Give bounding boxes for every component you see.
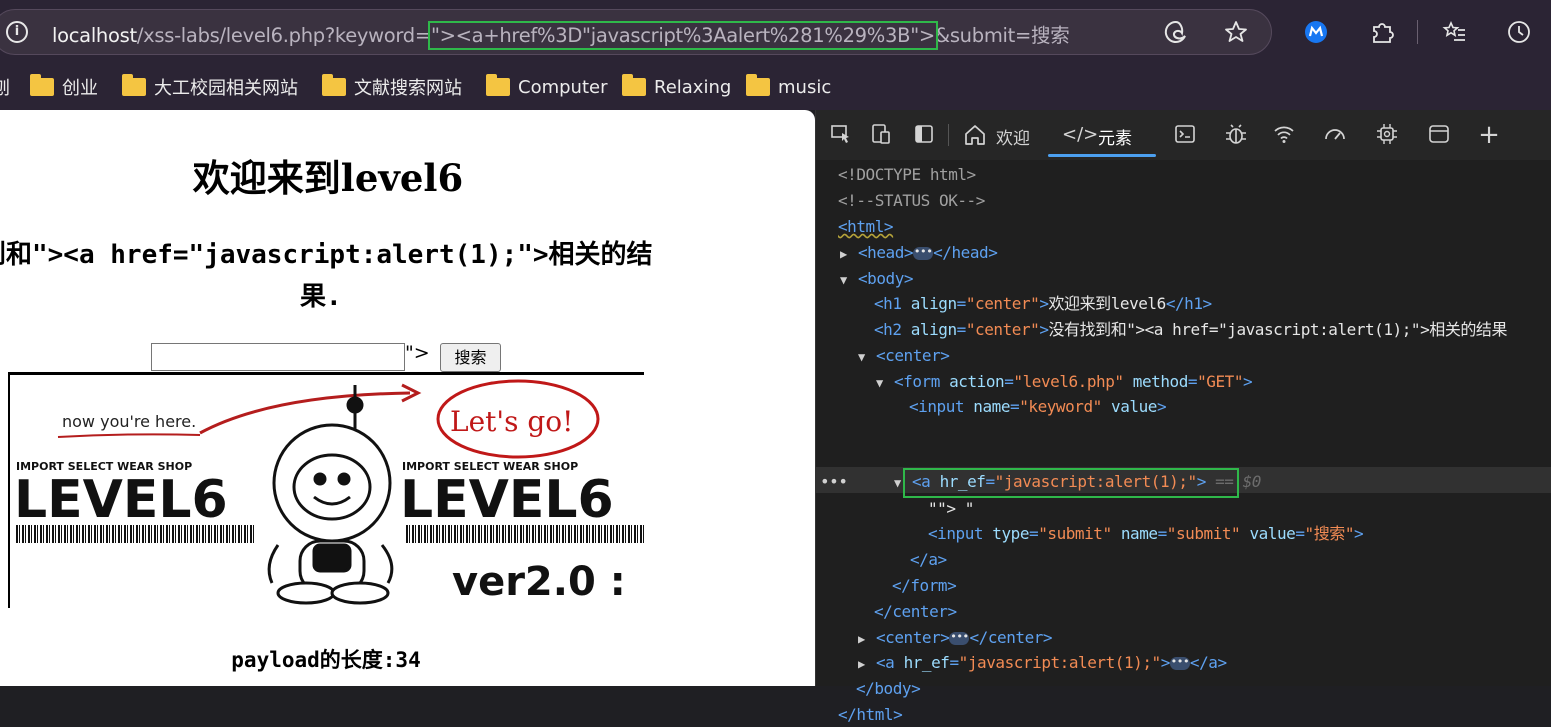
banner-level-left: LEVEL6: [14, 470, 228, 530]
memory-chip-icon[interactable]: [1374, 122, 1400, 148]
dom-line[interactable]: ""> ": [928, 496, 974, 521]
node-menu-icon[interactable]: •••: [820, 469, 848, 494]
ellipsis-icon: •••: [949, 630, 970, 645]
tab-welcome[interactable]: 欢迎: [996, 124, 1030, 149]
dom-line[interactable]: <input type="submit" name="submit" value…: [928, 521, 1364, 546]
search-submit-button[interactable]: 搜索: [440, 343, 501, 372]
ellipsis-icon: •••: [1169, 655, 1190, 670]
dom-line[interactable]: ▼ <form action="level6.php" method="GET">: [876, 369, 1253, 394]
folder-icon: [122, 74, 146, 96]
bookmark-folder[interactable]: 创业: [30, 74, 98, 100]
bug-icon[interactable]: [1223, 122, 1249, 148]
bookmark-item[interactable]: 刨: [0, 74, 10, 100]
toolbar-divider: [948, 124, 949, 146]
bookmark-folder[interactable]: 大工校园相关网站: [122, 74, 298, 100]
folder-icon: [322, 74, 346, 96]
extensions-puzzle-icon[interactable]: [1368, 18, 1396, 46]
expand-arrow-icon: ▶: [858, 657, 865, 671]
dom-tree: <!DOCTYPE html> <!--STATUS OK--> <html> …: [816, 160, 1551, 698]
banner-level-right: LEVEL6: [400, 470, 614, 530]
dom-line[interactable]: ▼ <center>: [858, 343, 950, 368]
payload-length: payload的长度:34: [231, 648, 421, 672]
dom-line[interactable]: ▶ <head>•••</head>: [840, 240, 998, 265]
toolbar-divider: [1417, 20, 1418, 44]
expand-arrow-icon: ▶: [840, 247, 847, 261]
dom-line[interactable]: </center>: [874, 599, 957, 624]
performance-gauge-icon[interactable]: [1322, 122, 1348, 148]
collapse-arrow-icon: ▼: [876, 376, 883, 390]
url-payload-highlight: "><a+href%3D"javascript%3Aalert%281%29%3…: [427, 21, 938, 50]
network-wifi-icon[interactable]: [1271, 122, 1297, 148]
dom-line[interactable]: <h1 align="center">欢迎来到level6</h1>: [874, 291, 1212, 316]
folder-icon: [30, 74, 54, 96]
ellipsis-icon: •••: [913, 245, 934, 260]
url-tail: &submit=搜索: [934, 24, 1070, 47]
collapse-arrow-icon: ▼: [840, 273, 847, 287]
favorites-list-icon[interactable]: [1440, 18, 1468, 46]
result-heading-line2: 果.: [300, 282, 342, 312]
url-path: /xss-labs/level6.php?keyword=: [136, 24, 431, 47]
add-tool-plus-icon[interactable]: +: [1476, 122, 1502, 148]
folder-icon: [746, 74, 770, 96]
dom-line[interactable]: ▶ <a hr_ef="javascript:alert(1);">•••</a>: [858, 650, 1227, 675]
active-tab-indicator: [1048, 154, 1156, 157]
favorite-star-icon[interactable]: [1222, 18, 1250, 46]
dom-line[interactable]: <html>: [838, 214, 894, 239]
result-heading-line1: 到和"><a href="javascript:alert(1);">相关的结: [0, 240, 653, 270]
page-title: 欢迎来到level6: [192, 156, 464, 200]
dom-line[interactable]: </html>: [838, 702, 903, 727]
dom-line[interactable]: <!--STATUS OK-->: [838, 188, 985, 213]
folder-icon: [486, 74, 510, 96]
web-page: 欢迎来到level6 到和"><a href="javascript:alert…: [0, 110, 815, 686]
keyword-input[interactable]: [151, 343, 405, 371]
banner-note: now you're here.: [62, 412, 196, 431]
read-aloud-icon[interactable]: [1162, 18, 1190, 46]
robot-mascot: [267, 385, 394, 605]
banner-version: ver2.0 :: [452, 559, 626, 605]
url-text[interactable]: localhost/xss-labs/level6.php?keyword=">…: [52, 19, 1070, 50]
bookmark-folder[interactable]: music: [746, 74, 831, 100]
bookmark-folder[interactable]: Relaxing: [622, 74, 731, 100]
dom-line[interactable]: ▼ <body>: [840, 266, 914, 291]
application-window-icon[interactable]: [1426, 122, 1452, 148]
dom-line[interactable]: </a>: [910, 547, 947, 572]
inspect-element-icon[interactable]: [828, 122, 854, 148]
elements-code-icon: </>: [1062, 124, 1099, 145]
extension-m-icon[interactable]: [1302, 18, 1330, 46]
dom-line[interactable]: <!DOCTYPE html>: [838, 162, 976, 187]
selected-node-highlight-box: [903, 468, 1239, 498]
dom-line[interactable]: <h2 align="center">没有找到和"><a href="javas…: [874, 317, 1507, 342]
tab-elements[interactable]: 元素: [1098, 124, 1132, 149]
bookmark-folder[interactable]: Computer: [486, 74, 607, 100]
dom-line[interactable]: ▶ <center>•••</center>: [858, 625, 1053, 650]
home-icon[interactable]: [962, 122, 988, 148]
dom-line[interactable]: </form>: [892, 573, 957, 598]
bookmark-folder[interactable]: 文献搜索网站: [322, 74, 462, 100]
folder-icon: [622, 74, 646, 96]
url-host: localhost: [52, 24, 137, 47]
device-emulation-icon[interactable]: [868, 122, 894, 148]
expand-arrow-icon: ▶: [858, 632, 865, 646]
devtools-toolbar: 欢迎 </> 元素 +: [816, 110, 1551, 160]
level6-banner-image: now you're here. Let's go! IMPORT SELECT…: [8, 372, 644, 608]
site-info-icon[interactable]: i: [6, 21, 28, 43]
address-bar: i localhost/xss-labs/level6.php?keyword=…: [0, 0, 1551, 64]
devtools-panel: 欢迎 </> 元素 + <!DOCTYPE html> <!--STATUS O…: [815, 110, 1551, 724]
bookmarks-bar: 刨 创业 大工校园相关网站 文献搜索网站 Computer Relaxing m…: [0, 64, 1551, 110]
dom-line[interactable]: </body>: [856, 676, 921, 701]
dom-line[interactable]: <input name="keyword" value>: [909, 394, 1167, 419]
history-icon[interactable]: [1505, 18, 1533, 46]
console-icon[interactable]: [1172, 122, 1198, 148]
stray-text: ">: [405, 342, 430, 364]
collapse-arrow-icon: ▼: [858, 350, 865, 364]
banner-bubble: Let's go!: [450, 405, 573, 438]
dock-side-icon[interactable]: [911, 122, 937, 148]
